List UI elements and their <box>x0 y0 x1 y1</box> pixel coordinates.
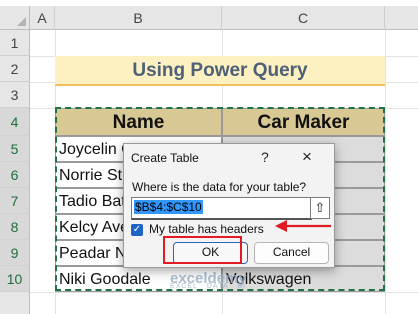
watermark: exceldemy EXCEL · DATA · BI <box>170 270 310 292</box>
headers-checkbox-label[interactable]: My table has headers <box>149 222 264 236</box>
row-header-1[interactable]: 1 <box>0 30 30 56</box>
row-header-5[interactable]: 5 <box>0 136 30 162</box>
row-header-4[interactable]: 4 <box>0 108 30 136</box>
row-header-8[interactable]: 8 <box>0 214 30 240</box>
collapse-dialog-icon[interactable]: ⇧ <box>310 197 330 219</box>
range-prompt-label: Where is the data for your table? <box>132 180 307 194</box>
row-header-7[interactable]: 7 <box>0 188 30 214</box>
column-header-b[interactable]: B <box>55 6 222 30</box>
watermark-tagline: EXCEL · DATA · BI <box>170 283 246 290</box>
gridline <box>30 292 418 293</box>
column-header-d[interactable] <box>385 6 418 30</box>
column-header-c[interactable]: C <box>222 6 385 30</box>
ok-highlight-box <box>163 236 242 264</box>
row-header-9[interactable]: 9 <box>0 240 30 266</box>
row-header-3[interactable]: 3 <box>0 82 30 108</box>
sheet-title: Using Power Query <box>55 56 385 86</box>
cancel-button[interactable]: Cancel <box>254 242 329 264</box>
close-icon[interactable]: × <box>302 147 312 167</box>
row-header-2[interactable]: 2 <box>0 56 30 82</box>
headers-checkbox[interactable]: ✓ <box>131 224 143 236</box>
dialog-title: Create Table <box>131 151 199 165</box>
row-header-11[interactable] <box>0 292 30 314</box>
column-header-a[interactable]: A <box>30 6 55 30</box>
pointer-arrow-icon <box>275 220 331 232</box>
select-all-corner[interactable] <box>0 6 30 30</box>
help-icon[interactable]: ? <box>261 149 269 165</box>
range-input[interactable]: $B$4:$C$10 <box>131 197 312 220</box>
range-input-value: $B$4:$C$10 <box>134 200 203 214</box>
row-header-10[interactable]: 10 <box>0 266 30 292</box>
gridline <box>385 30 386 314</box>
row-header-6[interactable]: 6 <box>0 162 30 188</box>
